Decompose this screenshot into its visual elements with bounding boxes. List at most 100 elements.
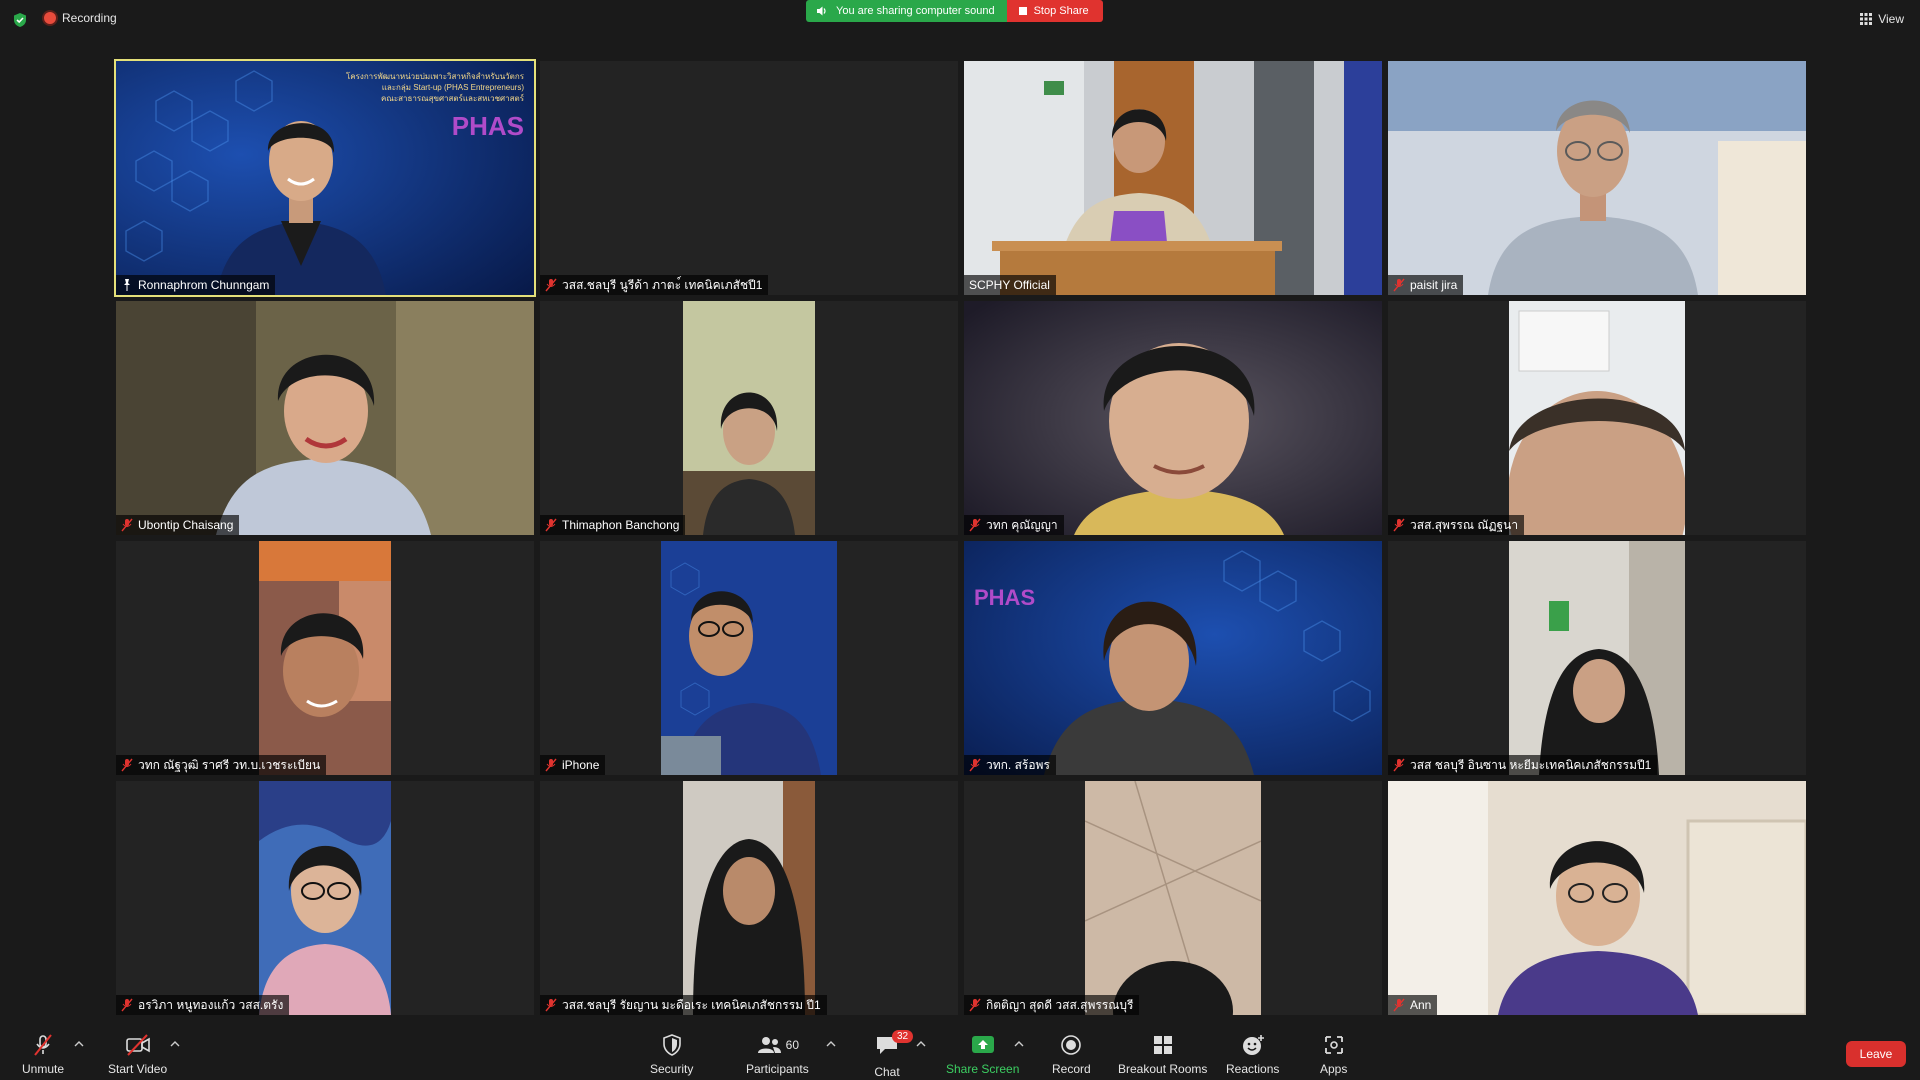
recording-indicator[interactable]: Recording <box>44 11 117 25</box>
participant-name: iPhone <box>562 758 600 772</box>
participant-name: วสส ชลบุรี อินซาน หะยีมะเทคนิคเภสัชกรรมป… <box>1410 757 1652 772</box>
name-tag: Ann <box>1388 995 1438 1015</box>
video-feed <box>116 301 534 535</box>
grid-view-icon <box>1860 13 1873 25</box>
start-video-label: Start Video <box>108 1062 168 1076</box>
mic-muted-icon <box>1393 518 1405 532</box>
shield-icon[interactable] <box>12 12 28 28</box>
participant-name: Ubontip Chaisang <box>138 518 234 532</box>
chevron-up-icon[interactable] <box>1014 1040 1024 1048</box>
video-tile-participant[interactable]: วสส.ชลบุรี รัยญาน มะดือเระ เทคนิคเภสัชกร… <box>540 781 958 1015</box>
participant-name: วทก คุณัญญา <box>986 517 1058 532</box>
unmute-button[interactable]: Unmute <box>22 1034 64 1076</box>
slide-text-block: โครงการพัฒนาหน่วยบ่มเพาะวิสาหกิจสำหรับนว… <box>346 71 524 140</box>
sharing-sound-indicator[interactable]: You are sharing computer sound <box>806 0 1007 22</box>
recording-label: Recording <box>62 11 117 25</box>
mic-muted-icon <box>545 998 557 1012</box>
participant-name: วทก. สร้อพร <box>986 757 1050 772</box>
svg-text:PHAS: PHAS <box>974 585 1035 610</box>
video-tile-participant[interactable]: วทก คุณัญญา <box>964 301 1382 535</box>
chevron-up-icon[interactable] <box>826 1040 836 1048</box>
unmute-label: Unmute <box>22 1062 65 1076</box>
view-label: View <box>1878 12 1904 26</box>
stop-share-label: Stop Share <box>1033 5 1089 17</box>
chevron-up-icon[interactable] <box>170 1040 180 1048</box>
video-tile-scphy[interactable]: SCPHY Official <box>964 61 1382 295</box>
name-tag: วทก. สร้อพร <box>964 755 1056 775</box>
meeting-top-bar: Recording You are sharing computer sound… <box>0 0 1920 40</box>
chevron-up-icon[interactable] <box>74 1040 84 1048</box>
name-tag: Thimaphon Banchong <box>540 515 686 535</box>
video-tile-participant[interactable]: วสส ชลบุรี อินซาน หะยีมะเทคนิคเภสัชกรรมป… <box>1388 541 1806 775</box>
share-screen-button[interactable]: Share Screen <box>946 1034 1019 1076</box>
participant-name: วสส.สุพรรณ ณัฏฐนา <box>1410 517 1519 532</box>
video-feed <box>964 301 1382 535</box>
name-tag: iPhone <box>540 755 606 775</box>
apps-button[interactable]: Apps <box>1320 1034 1347 1076</box>
video-tile-ann[interactable]: Ann <box>1388 781 1806 1015</box>
leave-button[interactable]: Leave <box>1846 1041 1906 1067</box>
name-tag: วสส ชลบุรี อินซาน หะยีมะเทคนิคเภสัชกรรมป… <box>1388 755 1658 775</box>
security-button[interactable]: Security <box>650 1034 693 1076</box>
video-tile-participant[interactable]: วสส.สุพรรณ ณัฏฐนา <box>1388 301 1806 535</box>
participant-name: paisit jira <box>1410 278 1458 292</box>
share-screen-icon <box>971 1036 994 1053</box>
name-tag: วสส.สุพรรณ ณัฏฐนา <box>1388 515 1525 535</box>
video-tile-ronnaphrom[interactable]: โครงการพัฒนาหน่วยบ่มเพาะวิสาหกิจสำหรับนว… <box>114 59 536 297</box>
participant-name: อรวิภา หนูทองแก้ว วสส.ตรัง <box>138 997 284 1012</box>
mic-muted-icon <box>1393 998 1405 1012</box>
participant-name: วสส.ชลบุรี รัยญาน มะดือเระ เทคนิคเภสัชกร… <box>562 997 821 1012</box>
participant-name: SCPHY Official <box>969 278 1050 292</box>
slide-line-3: คณะสาธารณสุขศาสตร์และสหเวชศาสตร์ <box>381 94 524 103</box>
video-feed <box>683 301 815 535</box>
mic-muted-icon <box>969 518 981 532</box>
name-tag: วทก คุณัญญา <box>964 515 1064 535</box>
name-tag: วสส.ชลบุรี นูรีด้า ภาตะ์ เทคนิคเภสัชปี1 <box>540 275 769 295</box>
participant-name: วสส.ชลบุรี นูรีด้า ภาตะ์ เทคนิคเภสัชปี1 <box>562 277 763 292</box>
mic-muted-icon <box>1393 758 1405 772</box>
shield-icon <box>662 1034 681 1056</box>
video-feed <box>661 541 837 775</box>
record-icon <box>1061 1035 1082 1055</box>
participants-count: 60 <box>785 1038 800 1052</box>
video-tile-iphone[interactable]: iPhone <box>540 541 958 775</box>
video-tile-participant[interactable]: วทก ณัฐวุฒิ ราศรี วท.บ.เวชระเบียน <box>116 541 534 775</box>
stop-share-button[interactable]: Stop Share <box>1006 0 1103 22</box>
video-feed <box>964 61 1382 295</box>
record-label: Record <box>1052 1062 1091 1076</box>
video-feed: PHAS <box>964 541 1382 775</box>
video-feed <box>683 781 815 1015</box>
breakout-rooms-label: Breakout Rooms <box>1118 1062 1208 1076</box>
video-tile-participant[interactable]: อรวิภา หนูทองแก้ว วสส.ตรัง <box>116 781 534 1015</box>
breakout-rooms-button[interactable]: Breakout Rooms <box>1118 1034 1207 1076</box>
video-tile-thimaphon[interactable]: Thimaphon Banchong <box>540 301 958 535</box>
video-feed <box>259 781 391 1015</box>
chevron-up-icon[interactable] <box>916 1040 926 1048</box>
video-tile-paisit[interactable]: paisit jira <box>1388 61 1806 295</box>
name-tag: วสส.ชลบุรี รัยญาน มะดือเระ เทคนิคเภสัชกร… <box>540 995 827 1015</box>
name-tag: SCPHY Official <box>964 275 1056 295</box>
mic-muted-icon <box>34 1034 52 1056</box>
name-tag: Ronnaphrom Chunngam <box>116 275 276 295</box>
video-tile-ubontip[interactable]: Ubontip Chaisang <box>116 301 534 535</box>
record-dot-icon <box>44 12 56 24</box>
mic-muted-icon <box>969 998 981 1012</box>
participants-button[interactable]: 60 Participants <box>746 1034 809 1076</box>
gallery-grid: โครงการพัฒนาหน่วยบ่มเพาะวิสาหกิจสำหรับนว… <box>114 59 1806 1015</box>
reactions-icon <box>1242 1035 1264 1055</box>
reactions-button[interactable]: Reactions <box>1226 1034 1279 1076</box>
video-tile-participant[interactable]: วสส.ชลบุรี นูรีด้า ภาตะ์ เทคนิคเภสัชปี1 <box>540 61 958 295</box>
chat-badge: 32 <box>892 1030 914 1043</box>
video-feed <box>1388 61 1806 295</box>
share-screen-label: Share Screen <box>946 1062 1020 1076</box>
video-off-icon <box>125 1034 150 1056</box>
record-button[interactable]: Record <box>1052 1034 1091 1076</box>
video-tile-participant[interactable]: กิตติญา สุดดี วสส.สุพรรณบุรี <box>964 781 1382 1015</box>
view-button[interactable]: View <box>1860 12 1904 26</box>
start-video-button[interactable]: Start Video <box>108 1034 167 1076</box>
speaker-icon <box>817 6 826 16</box>
chat-button[interactable]: 32 Chat <box>874 1030 914 1079</box>
share-banner: You are sharing computer sound Stop Shar… <box>806 0 1103 22</box>
video-feed <box>1509 541 1685 775</box>
video-tile-participant[interactable]: PHAS วทก. สร้อพร <box>964 541 1382 775</box>
